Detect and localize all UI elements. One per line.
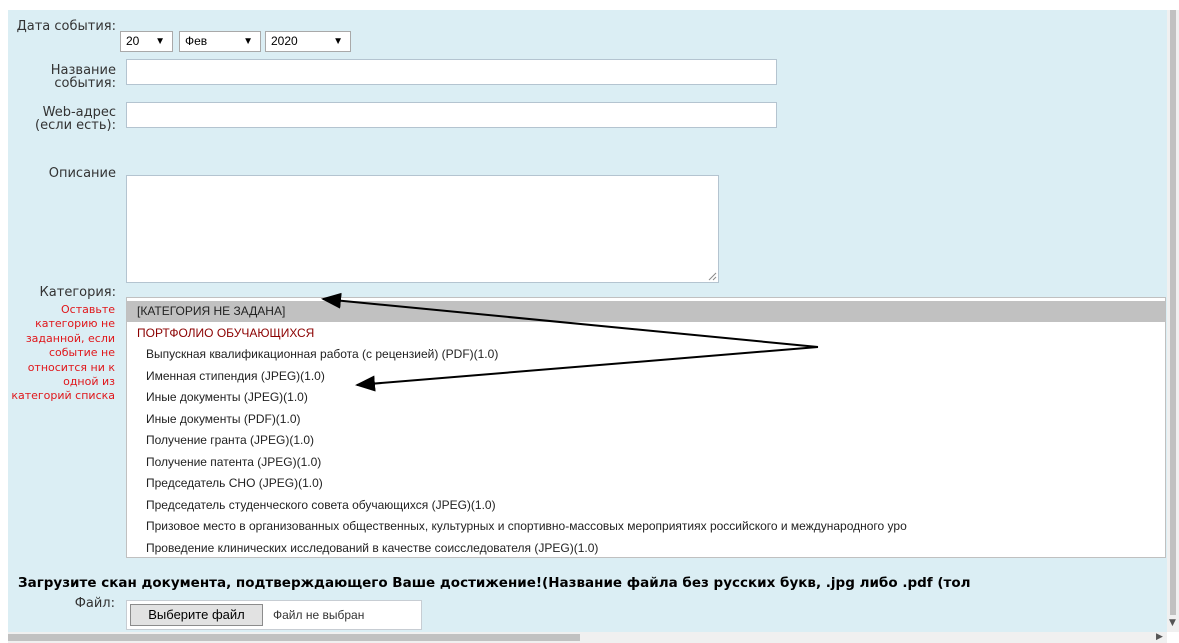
day-value: 20 [126, 34, 140, 48]
category-option-label: Иные документы (PDF)(1.0) [146, 411, 301, 426]
category-listbox[interactable]: [КАТЕГОРИЯ НЕ ЗАДАНА] ПОРТФОЛИО ОБУЧАЮЩИХ… [126, 297, 1166, 558]
category-option[interactable]: Иные документы (JPEG)(1.0) [127, 387, 1165, 408]
url-input[interactable] [126, 102, 777, 128]
category-label: Категория: [39, 285, 116, 300]
category-option-label: Иные документы (JPEG)(1.0) [146, 390, 308, 404]
file-input[interactable]: Выберите файл Файл не выбран [126, 600, 422, 630]
title-label: Название события: [50, 63, 116, 91]
category-option-label: Выпускная квалификационная работа (с рец… [146, 347, 499, 361]
category-option[interactable]: Председатель СНО (JPEG)(1.0) [127, 473, 1165, 494]
scroll-right-arrow-icon[interactable]: ▶ [1156, 632, 1163, 642]
category-option-label: Получение гранта (JPEG)(1.0) [146, 433, 315, 447]
file-status: Файл не выбран [273, 608, 365, 622]
resize-grip-icon[interactable] [707, 271, 717, 281]
vertical-scrollbar-thumb[interactable] [1170, 10, 1176, 615]
category-option-label: Проведение клинических исследований в ка… [146, 540, 599, 555]
category-option-label: Призовое место в организованных обществе… [146, 519, 907, 533]
category-option[interactable]: Выпускная квалификационная работа (с рец… [127, 344, 1165, 365]
event-form-panel: Дата события: 20 ▼ Фев ▼ 2020 ▼ Название… [8, 10, 1167, 632]
date-label: Дата события: [16, 19, 116, 34]
chevron-down-icon: ▼ [155, 36, 165, 47]
category-option[interactable]: Именная стипендия (JPEG)(1.0) [127, 366, 1165, 387]
description-textarea[interactable] [126, 175, 719, 283]
title-input[interactable] [126, 59, 777, 85]
category-group-header[interactable]: ПОРТФОЛИО ОБУЧАЮЩИХСЯ [127, 323, 1165, 344]
horizontal-scrollbar[interactable]: ▶ [8, 632, 1167, 643]
chevron-down-icon: ▼ [243, 36, 253, 47]
category-option-label: ПОРТФОЛИО ОБУЧАЮЩИХСЯ [137, 325, 315, 340]
category-hint: Оставьте категорию не заданной, если соб… [11, 303, 115, 403]
vertical-scrollbar[interactable]: ▼ [1167, 10, 1179, 632]
category-option[interactable]: Получение гранта (JPEG)(1.0) [127, 430, 1165, 451]
year-select[interactable]: 2020 ▼ [265, 31, 351, 52]
category-option[interactable]: Проведение клинических исследований в ка… [127, 538, 1165, 558]
description-label: Описание [48, 166, 116, 181]
category-option-label: Председатель СНО (JPEG)(1.0) [146, 476, 323, 490]
category-option[interactable]: Призовое место в организованных обществе… [127, 516, 1165, 537]
category-option-label: Председатель студенческого совета обучаю… [146, 497, 496, 512]
upload-heading: Загрузите скан документа, подтверждающег… [18, 575, 971, 591]
category-option-label: Получение патента (JPEG)(1.0) [146, 454, 322, 469]
category-option-selected[interactable]: [КАТЕГОРИЯ НЕ ЗАДАНА] [127, 301, 1165, 322]
category-option[interactable]: Председатель студенческого совета обучаю… [127, 495, 1165, 516]
scroll-down-arrow-icon[interactable]: ▼ [1169, 618, 1176, 628]
category-option[interactable]: Получение патента (JPEG)(1.0) [127, 452, 1165, 473]
year-value: 2020 [271, 34, 298, 48]
horizontal-scrollbar-thumb[interactable] [8, 634, 580, 641]
month-select[interactable]: Фев ▼ [179, 31, 261, 52]
category-option-label: Именная стипендия (JPEG)(1.0) [146, 368, 325, 383]
url-label: Web-адрес (если есть): [35, 105, 116, 133]
file-label: Файл: [74, 596, 115, 611]
choose-file-button[interactable]: Выберите файл [130, 604, 263, 626]
category-option[interactable]: Иные документы (PDF)(1.0) [127, 409, 1165, 430]
category-option-label: [КАТЕГОРИЯ НЕ ЗАДАНА] [137, 304, 286, 318]
chevron-down-icon: ▼ [333, 36, 343, 47]
month-value: Фев [185, 34, 208, 48]
day-select[interactable]: 20 ▼ [120, 31, 173, 52]
